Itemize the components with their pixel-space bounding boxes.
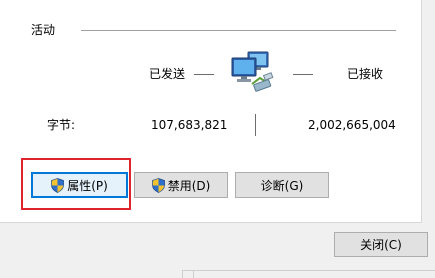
uac-shield-icon [151, 177, 165, 193]
diagnose-button-label: 诊断(G) [260, 178, 304, 193]
window-bottom-tick [193, 270, 194, 278]
uac-shield-icon [51, 177, 65, 193]
bytes-label: 字节: [47, 118, 76, 132]
properties-button[interactable]: 属性(P) [31, 172, 128, 198]
section-divider [81, 30, 396, 31]
disable-button[interactable]: 禁用(D) [134, 172, 228, 198]
bytes-separator [255, 114, 256, 136]
window-bottom-edge [182, 270, 435, 271]
window-bottom-tick [182, 270, 183, 278]
close-button[interactable]: 关闭(C) [334, 232, 428, 257]
section-title: 活动 [31, 23, 56, 37]
bytes-received-value: 2,002,665,004 [308, 118, 396, 132]
activity-panel: 活动 已发送 已接收 字节: 107,683,821 2,002,665,004 [0, 0, 422, 223]
disable-button-label: 禁用(D) [167, 178, 211, 193]
diagnose-button[interactable]: 诊断(G) [235, 172, 329, 198]
network-computers-icon [226, 48, 284, 94]
received-label: 已接收 [347, 67, 384, 81]
properties-button-label: 属性(P) [67, 178, 108, 193]
sent-label: 已发送 [149, 67, 186, 81]
close-button-label: 关闭(C) [360, 238, 402, 252]
sent-dash [194, 74, 214, 75]
bytes-sent-value: 107,683,821 [151, 118, 228, 132]
received-dash [293, 74, 313, 75]
